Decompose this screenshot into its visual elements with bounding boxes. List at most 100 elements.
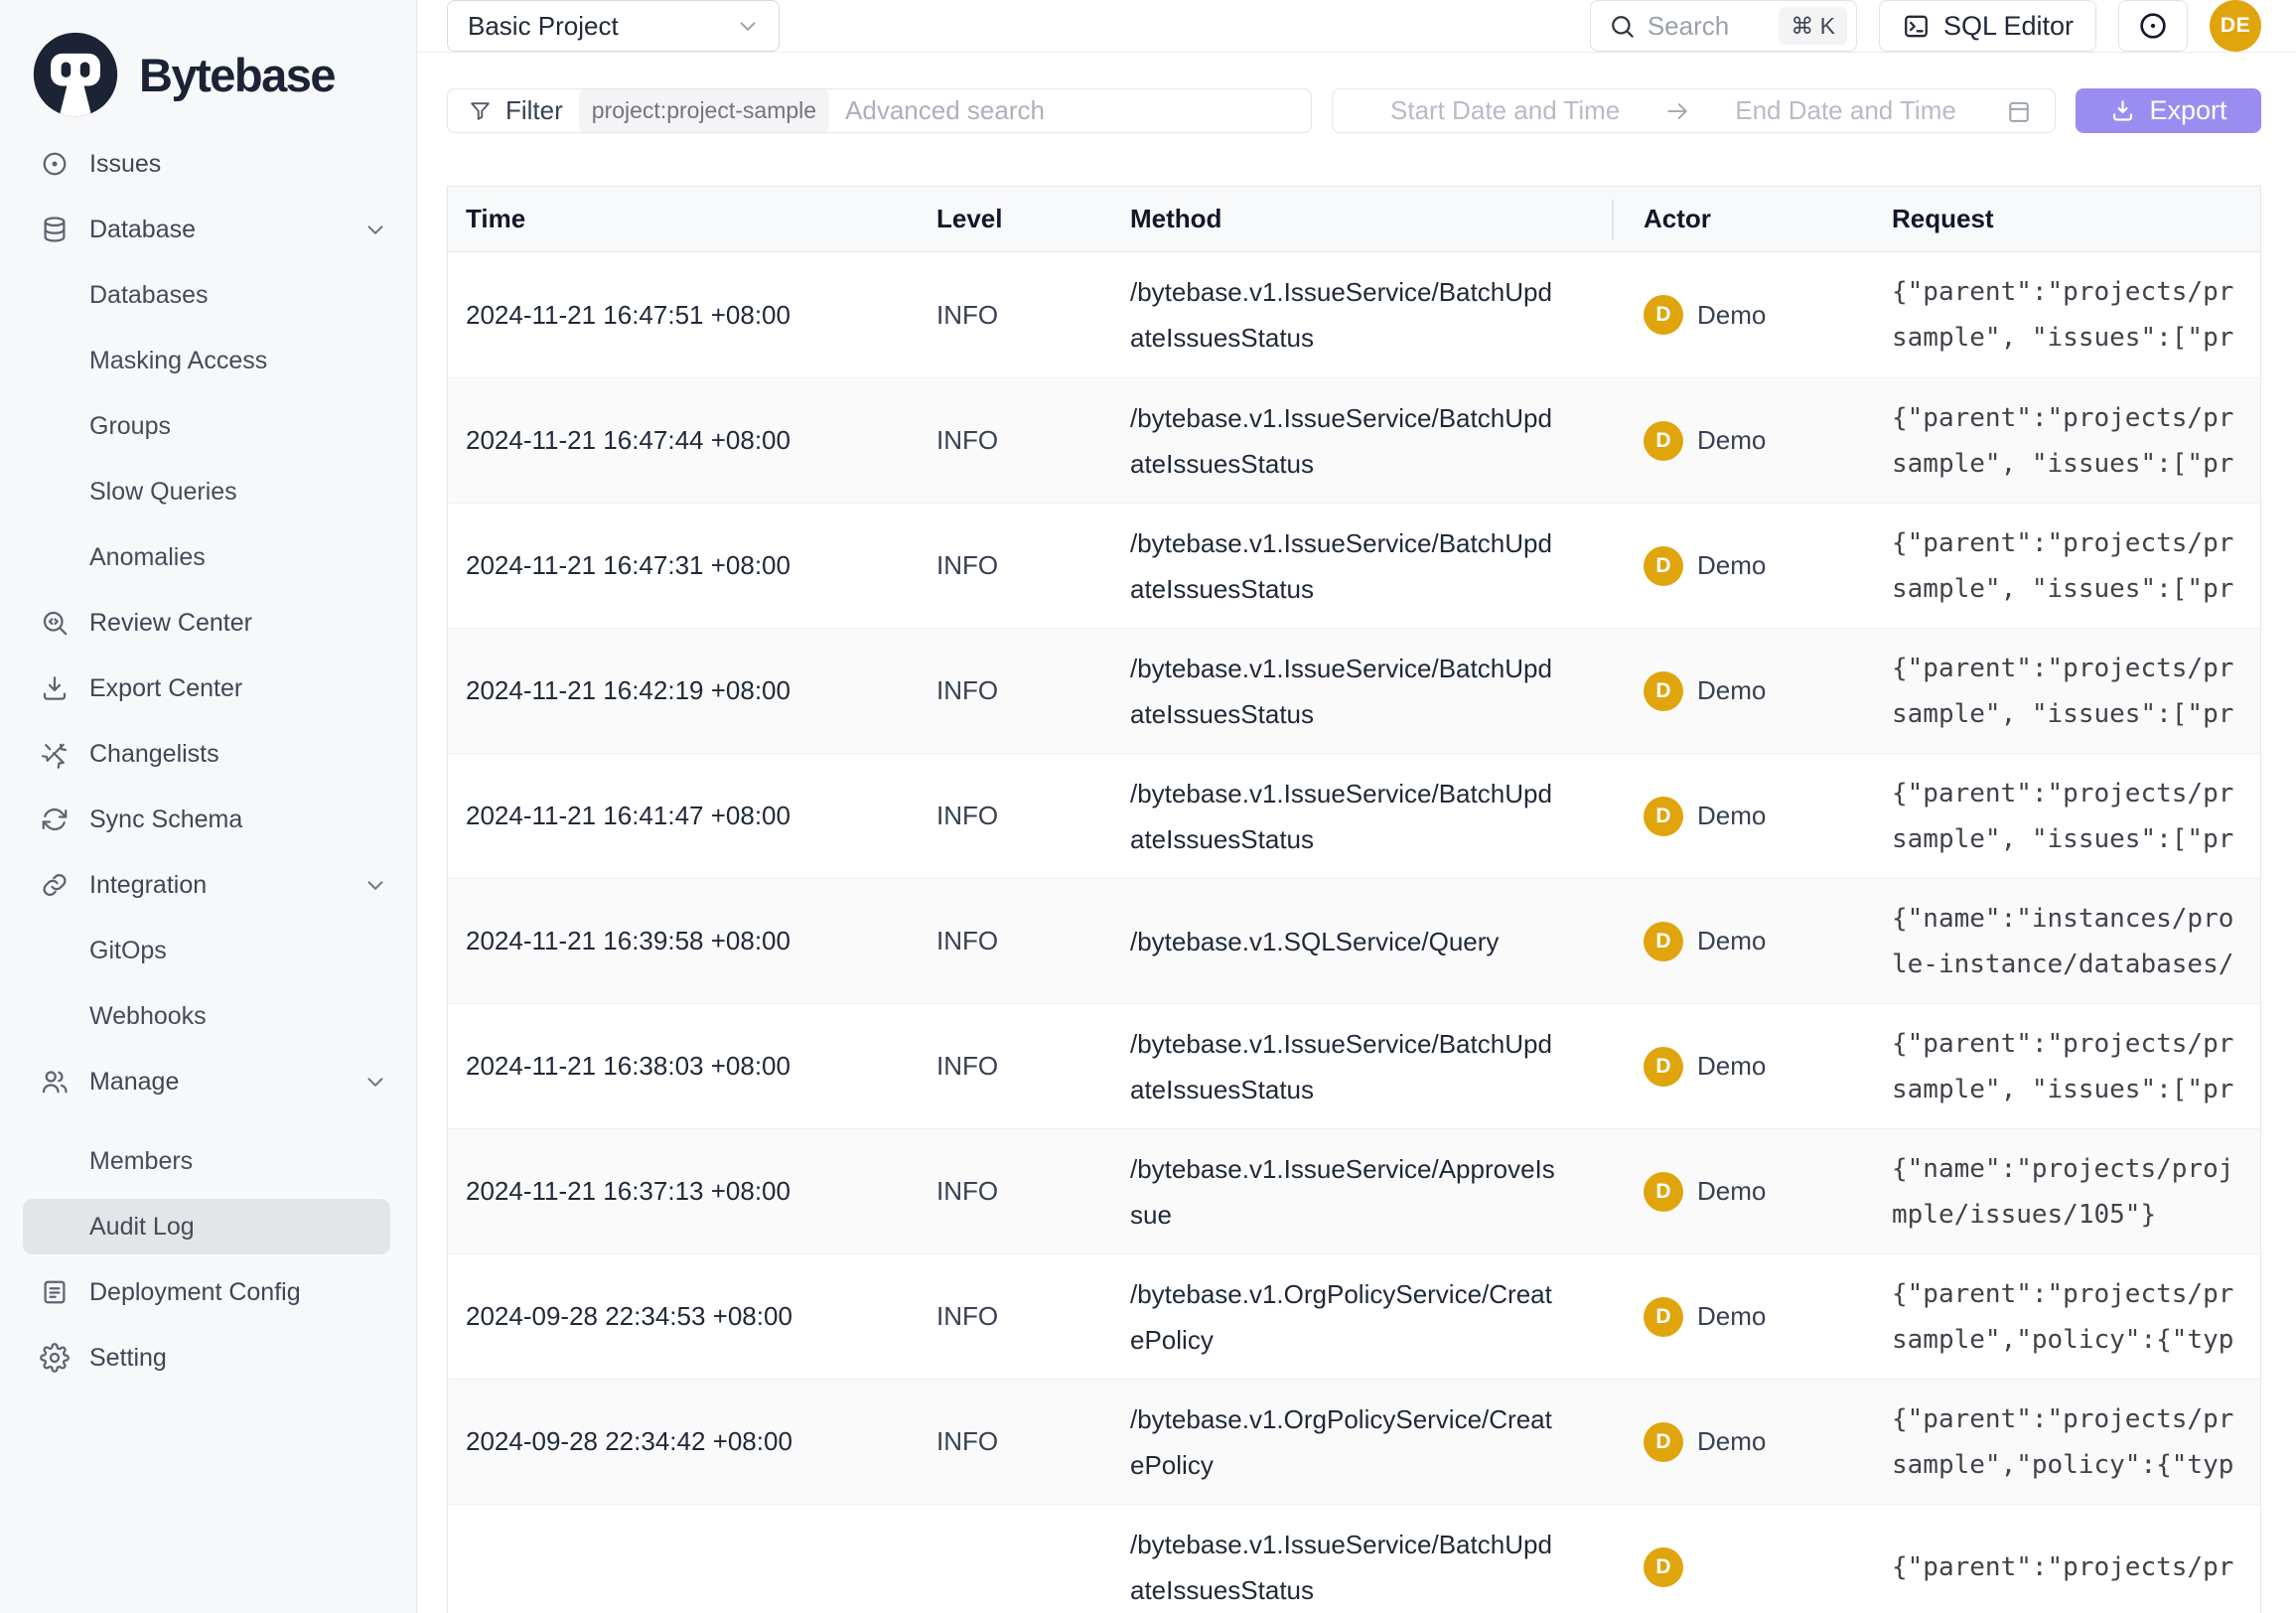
sidebar-item-webhooks[interactable]: Webhooks	[0, 983, 416, 1049]
sidebar-item-databases[interactable]: Databases	[0, 262, 416, 328]
sidebar-item-issues[interactable]: Issues	[0, 131, 416, 197]
cell-request: {"parent":"projects/prsample", "issues":…	[1877, 1021, 2260, 1112]
deployment-config-icon	[40, 1277, 70, 1307]
cell-level: INFO	[922, 1051, 1115, 1082]
sync-schema-icon	[40, 805, 70, 834]
sidebar-item-audit-log[interactable]: Audit Log	[23, 1199, 390, 1254]
actor-name: Demo	[1697, 300, 1766, 331]
cell-level: INFO	[922, 801, 1115, 831]
integration-icon	[40, 870, 70, 900]
sidebar-item-changelists[interactable]: Changelists	[0, 721, 416, 787]
search-label: Search	[1648, 11, 1729, 42]
cell-actor: DDemo	[1629, 1047, 1877, 1087]
sidebar-item-label: Webhooks	[89, 1002, 207, 1031]
table-row: 2024-11-21 16:39:58 +08:00INFO/bytebase.…	[448, 878, 2260, 1003]
actor-avatar: D	[1644, 1422, 1683, 1462]
sidebar-item-slow-queries[interactable]: Slow Queries	[0, 459, 416, 524]
cell-method: /bytebase.v1.IssueService/BatchUpdateIss…	[1115, 520, 1629, 612]
sidebar-item-label: Setting	[89, 1344, 167, 1373]
sidebar-item-review-center[interactable]: Review Center	[0, 590, 416, 656]
cell-request: {"name":"instances/prole-instance/databa…	[1877, 896, 2260, 987]
user-avatar[interactable]: DE	[2210, 0, 2261, 52]
cell-actor: D Demo	[1629, 295, 1877, 335]
cell-time: 2024-11-21 16:47:44 +08:00	[448, 425, 922, 456]
cell-time: 2024-11-21 16:42:19 +08:00	[448, 675, 922, 706]
cell-method: /bytebase.v1.IssueService/BatchUpdateIss…	[1115, 269, 1629, 361]
filter-chip-project[interactable]: project:project-sample	[579, 89, 829, 132]
sidebar-item-label: Changelists	[89, 740, 219, 769]
cell-level: INFO	[922, 1176, 1115, 1207]
date-range-picker[interactable]: Start Date and Time End Date and Time	[1332, 88, 2056, 133]
cell-method: /bytebase.v1.IssueService/ApproveIssue	[1115, 1146, 1629, 1238]
sidebar-item-manage[interactable]: Manage	[0, 1049, 416, 1114]
sidebar-item-label: Anomalies	[89, 543, 206, 572]
bytebase-app: Bytebase Issues Database DatabasesMasking …	[0, 0, 2296, 1613]
actor-name: Demo	[1697, 550, 1766, 581]
advanced-search-input[interactable]: Filter project:project-sample Advanced s…	[447, 88, 1312, 133]
cell-method: /bytebase.v1.OrgPolicyService/CreatePoli…	[1115, 1271, 1629, 1363]
sidebar-item-groups[interactable]: Groups	[0, 393, 416, 459]
cell-time: 2024-11-21 16:38:03 +08:00	[448, 1051, 922, 1082]
cell-method: /bytebase.v1.IssueService/BatchUpdateIss…	[1115, 646, 1629, 737]
bytebase-logo[interactable]: Bytebase	[0, 0, 416, 123]
search-icon	[1609, 13, 1636, 40]
sidebar-item-label: Database	[89, 216, 196, 244]
cell-actor: DDemo	[1629, 1422, 1877, 1462]
actor-name: Demo	[1697, 1051, 1766, 1082]
cell-method: /bytebase.v1.SQLService/Query	[1115, 919, 1629, 964]
sidebar-nav: Issues Database DatabasesMasking Access Gro…	[0, 123, 416, 1391]
cell-actor: DDemo	[1629, 1172, 1877, 1212]
cell-request: {"parent":"projects/prsample", "issues":…	[1877, 520, 2260, 612]
sidebar-item-setting[interactable]: Setting	[0, 1325, 416, 1391]
actor-avatar: D	[1644, 671, 1683, 711]
actor-name: Demo	[1697, 926, 1766, 956]
sidebar-item-integration[interactable]: Integration	[0, 852, 416, 918]
sidebar-item-label: Sync Schema	[89, 806, 242, 834]
sidebar-item-label: Integration	[89, 871, 207, 900]
column-header-time: Time	[448, 204, 922, 234]
column-header-request: Request	[1877, 204, 2260, 234]
sidebar-item-anomalies[interactable]: Anomalies	[0, 524, 416, 590]
project-selector[interactable]: Basic Project	[447, 0, 780, 52]
export-button[interactable]: Export	[2076, 88, 2261, 133]
sql-editor-button[interactable]: SQL Editor	[1879, 0, 2096, 52]
sidebar-item-sync-schema[interactable]: Sync Schema	[0, 787, 416, 852]
issues-icon	[40, 149, 70, 179]
sidebar-item-database[interactable]: Database	[0, 197, 416, 262]
filter-bar: Filter project:project-sample Advanced s…	[447, 88, 2261, 133]
cell-actor: DDemo	[1629, 421, 1877, 461]
calendar-icon[interactable]	[2005, 97, 2033, 125]
sidebar-item-members[interactable]: Members	[0, 1128, 416, 1194]
actor-avatar: D	[1644, 295, 1683, 335]
actor-avatar: D	[1644, 1547, 1683, 1587]
topbar-actions: Search ⌘ K SQL Editor DE	[1590, 0, 2261, 52]
sidebar-item-label: Groups	[89, 412, 171, 441]
filter-label: Filter	[505, 95, 563, 126]
project-selector-value: Basic Project	[468, 11, 735, 42]
setting-icon	[40, 1343, 70, 1373]
sidebar-item-masking-access[interactable]: Masking Access	[0, 328, 416, 393]
cell-level: INFO	[922, 1301, 1115, 1332]
search-button[interactable]: Search ⌘ K	[1590, 0, 1857, 52]
chevron-down-icon	[362, 1069, 388, 1095]
cell-time: 2024-11-21 16:39:58 +08:00	[448, 926, 922, 956]
sidebar-item-gitops[interactable]: GitOps	[0, 918, 416, 983]
table-header: Time Level Method Actor Request	[448, 187, 2260, 252]
cell-time: 2024-11-21 16:47:31 +08:00	[448, 550, 922, 581]
circle-dot-button[interactable]	[2118, 0, 2188, 52]
table-row: 2024-11-21 16:47:31 +08:00INFO/bytebase.…	[448, 503, 2260, 628]
cell-level: INFO	[922, 926, 1115, 956]
sidebar-item-export-center[interactable]: Export Center	[0, 656, 416, 721]
sidebar-item-label: Deployment Config	[89, 1278, 301, 1307]
bytebase-logo-icon	[30, 29, 121, 120]
cell-time: 2024-11-21 16:37:13 +08:00	[448, 1176, 922, 1207]
sidebar-item-label: Issues	[89, 150, 161, 179]
audit-log-table: Time Level Method Actor Request 2024-11-…	[447, 186, 2261, 1613]
sidebar-item-deployment-config[interactable]: Deployment Config	[0, 1259, 416, 1325]
export-center-icon	[40, 673, 70, 703]
cell-actor: DDemo	[1629, 546, 1877, 586]
table-body: 2024-11-21 16:47:51 +08:00INFO/bytebase.…	[448, 252, 2260, 1613]
cell-request: {"parent":"projects/prsample", "issues":…	[1877, 771, 2260, 862]
cell-level: INFO	[922, 300, 1115, 331]
sidebar-item-label: Export Center	[89, 674, 242, 703]
